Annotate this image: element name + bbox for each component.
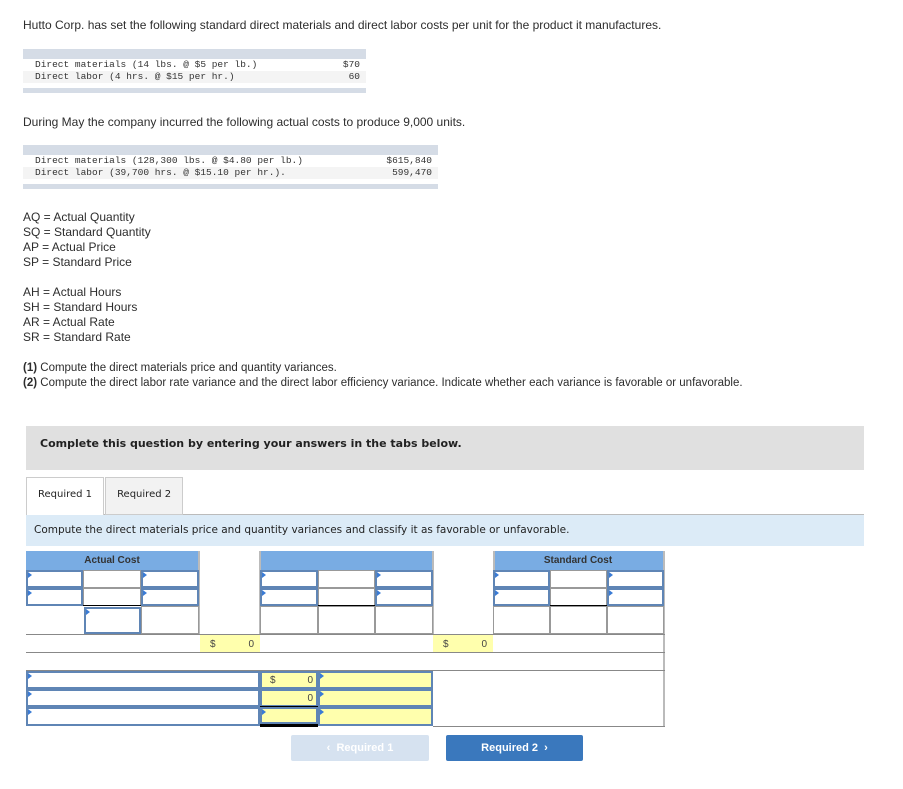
actual-quantity-input-2[interactable] bbox=[26, 588, 83, 606]
actual-price-input-1[interactable] bbox=[141, 570, 199, 588]
actual-costs-table: Direct materials (128,300 lbs. @ $4.80 p… bbox=[23, 145, 438, 189]
variance-label-input-3[interactable] bbox=[26, 707, 260, 726]
middle-price-input-1[interactable] bbox=[375, 570, 433, 588]
actual-row: Direct labor (39,700 hrs. @ $15.10 per h… bbox=[23, 167, 438, 179]
actual-operator-cell bbox=[83, 588, 141, 606]
middle-quantity-input-2[interactable] bbox=[260, 588, 318, 606]
actual-cost-total-input[interactable] bbox=[84, 607, 141, 634]
variance-label-input-1[interactable] bbox=[26, 671, 260, 689]
variance-label-input-2[interactable] bbox=[26, 689, 260, 707]
instruction-banner: Complete this question by entering your … bbox=[26, 426, 864, 470]
standard-costs-table: Direct materials (14 lbs. @ $5 per lb.) … bbox=[23, 49, 366, 93]
middle-header bbox=[260, 551, 434, 570]
standard-price-input-1[interactable] bbox=[607, 570, 664, 588]
tab-required-1[interactable]: Required 1 bbox=[26, 477, 105, 515]
variance-classification-select-3[interactable] bbox=[318, 707, 433, 726]
variance-amount-1: $ 0 bbox=[260, 671, 318, 689]
prev-required-button[interactable]: ‹ Required 1 bbox=[291, 735, 429, 761]
standard-row: Direct labor (4 hrs. @ $15 per hr.) 60 bbox=[23, 71, 366, 83]
instructions: (1) Compute the direct materials price a… bbox=[23, 362, 743, 389]
chevron-left-icon: ‹ bbox=[326, 742, 331, 754]
middle-price-input-2[interactable] bbox=[375, 588, 433, 606]
actual-cost-header: Actual Cost bbox=[26, 551, 200, 570]
actual-price-input-2[interactable] bbox=[141, 588, 199, 606]
actual-row: Direct materials (128,300 lbs. @ $4.80 p… bbox=[35, 155, 432, 166]
variance-amount-2: 0 bbox=[260, 689, 318, 707]
standard-row: Direct materials (14 lbs. @ $5 per lb.) … bbox=[35, 59, 360, 70]
variance-classification-select-2[interactable] bbox=[318, 689, 433, 707]
next-required-button[interactable]: Required 2 › bbox=[446, 735, 583, 761]
standard-quantity-input-2[interactable] bbox=[493, 588, 550, 606]
total-actual-vs-middle: $ 0 bbox=[200, 635, 260, 652]
chevron-right-icon: › bbox=[544, 742, 548, 754]
total-middle-vs-standard: $ 0 bbox=[433, 635, 493, 652]
standard-price-input-2[interactable] bbox=[607, 588, 664, 606]
middle-quantity-input-1[interactable] bbox=[260, 570, 318, 588]
tab-required-2[interactable]: Required 2 bbox=[105, 477, 184, 515]
variance-classification-select-1[interactable] bbox=[318, 671, 433, 689]
intro-text: Hutto Corp. has set the following standa… bbox=[23, 18, 662, 32]
question-prompt: Compute the direct materials price and q… bbox=[26, 515, 864, 546]
actual-intro-text: During May the company incurred the foll… bbox=[23, 115, 466, 129]
actual-quantity-input-1[interactable] bbox=[26, 570, 83, 588]
variance-amount-input-3[interactable] bbox=[260, 707, 318, 724]
standard-cost-header: Standard Cost bbox=[493, 551, 665, 570]
actual-operator-cell bbox=[83, 570, 141, 588]
standard-quantity-input-1[interactable] bbox=[493, 570, 550, 588]
legend-materials: AQ = Actual Quantity SQ = Standard Quant… bbox=[23, 210, 151, 269]
legend-labor: AH = Actual Hours SH = Standard Hours AR… bbox=[23, 285, 138, 344]
tab-bar: Required 1 Required 2 bbox=[26, 477, 184, 515]
